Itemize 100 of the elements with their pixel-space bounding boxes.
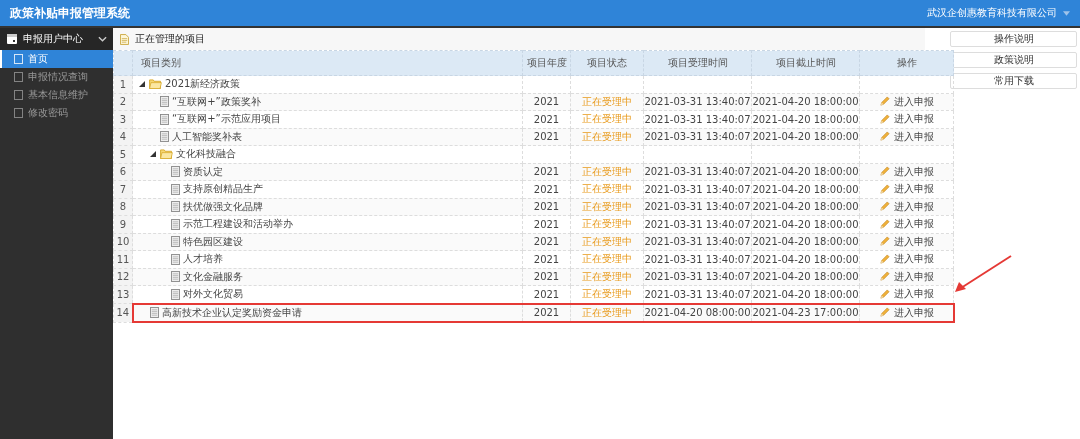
status-text: 正在受理中 bbox=[570, 93, 644, 111]
row-number: 14 bbox=[113, 303, 133, 322]
document-icon bbox=[171, 166, 180, 178]
pencil-icon bbox=[879, 288, 890, 300]
pencil-icon bbox=[878, 307, 890, 318]
document-icon bbox=[171, 218, 180, 230]
document-icon bbox=[171, 253, 180, 265]
document-icon bbox=[171, 201, 180, 213]
row-number: 13 bbox=[113, 285, 133, 304]
table-cell: 2021-03-31 13:40:07 bbox=[643, 268, 752, 286]
row-number: 3 bbox=[113, 110, 133, 128]
document-icon bbox=[160, 113, 169, 125]
table-cell: 2021 bbox=[522, 268, 571, 286]
table-cell: 2021-03-31 13:40:07 bbox=[643, 163, 752, 181]
row-number: 2 bbox=[113, 93, 133, 111]
row-number: 12 bbox=[113, 268, 133, 286]
row-number: 5 bbox=[113, 145, 133, 163]
sidebar-item[interactable]: 修改密码 bbox=[0, 104, 113, 122]
column-header: 项目年度 bbox=[522, 50, 571, 76]
document-icon bbox=[160, 131, 169, 143]
project-name: 2021新经济政策 bbox=[165, 77, 241, 92]
table-cell: 2021-04-20 18:00:00 bbox=[751, 128, 860, 146]
status-text: 正在受理中 bbox=[570, 163, 644, 181]
table-cell: 2021 bbox=[522, 303, 571, 322]
pencil-icon bbox=[879, 218, 890, 230]
table-cell: 2021 bbox=[522, 93, 571, 111]
document-icon bbox=[171, 236, 180, 248]
pencil-icon bbox=[879, 253, 890, 265]
status-text: 正在受理中 bbox=[570, 128, 644, 146]
expand-icon[interactable] bbox=[139, 81, 145, 88]
table-cell: 2021-03-31 13:40:07 bbox=[643, 198, 752, 216]
column-header: 项目状态 bbox=[570, 50, 644, 76]
status-text: 正在受理中 bbox=[570, 198, 644, 216]
project-name: 对外文化贸易 bbox=[183, 287, 243, 302]
table-cell: 2021-03-31 13:40:07 bbox=[643, 93, 752, 111]
panel-title: 正在管理的项目 bbox=[135, 32, 205, 46]
row-number: 6 bbox=[113, 163, 133, 181]
column-header: 项目类别 bbox=[132, 50, 523, 76]
table-cell: 2021 bbox=[522, 233, 571, 251]
sidebar-item[interactable]: 首页 bbox=[0, 50, 113, 68]
pencil-icon bbox=[879, 131, 890, 142]
column-header: 操作 bbox=[859, 50, 954, 76]
document-icon bbox=[171, 183, 180, 195]
section-title: 申报用户中心 bbox=[23, 32, 83, 46]
project-name: 人才培养 bbox=[183, 252, 223, 267]
table-cell: 2021-03-31 13:40:07 bbox=[643, 128, 752, 146]
table-cell: 2021-03-31 13:40:07 bbox=[643, 233, 752, 251]
pencil-icon bbox=[879, 271, 890, 282]
caret-icon bbox=[1063, 10, 1070, 16]
account-menu[interactable]: 武汉企创惠教育科技有限公司 bbox=[927, 6, 1070, 20]
pencil-icon bbox=[879, 96, 890, 107]
expand-icon[interactable] bbox=[150, 151, 156, 158]
table-cell: 2021-04-20 18:00:00 bbox=[751, 163, 860, 181]
project-name: 特色园区建设 bbox=[183, 234, 243, 249]
status-text: 正在受理中 bbox=[570, 268, 644, 286]
pencil-icon bbox=[879, 236, 890, 247]
project-name: 高新技术企业认定奖励资金申请 bbox=[161, 305, 302, 320]
project-name: “互联网+”政策奖补 bbox=[172, 94, 261, 109]
project-name: 扶优做强文化品牌 bbox=[183, 199, 263, 214]
sidebar-item[interactable]: 申报情况查询 bbox=[0, 68, 113, 86]
table-cell: 2021 bbox=[522, 128, 571, 146]
table-cell: 2021 bbox=[522, 198, 571, 216]
project-name: 支持原创精品生产 bbox=[183, 182, 263, 197]
table-cell: 2021-04-20 18:00:00 bbox=[751, 198, 860, 216]
row-number: 11 bbox=[113, 250, 133, 268]
column-header: 项目截止时间 bbox=[751, 50, 860, 76]
status-text: 正在受理中 bbox=[570, 233, 644, 251]
row-number: 4 bbox=[113, 128, 133, 146]
table-cell: 2021-04-23 17:00:00 bbox=[751, 303, 860, 322]
folder-icon bbox=[160, 149, 173, 160]
table-cell: 2021-04-20 18:00:00 bbox=[751, 233, 860, 251]
calendar-icon bbox=[6, 33, 18, 45]
project-name: 资质认定 bbox=[183, 164, 223, 179]
project-name: 文化科技融合 bbox=[176, 147, 236, 162]
project-name: “互联网+”示范应用项目 bbox=[172, 112, 281, 127]
row-number: 8 bbox=[113, 198, 133, 216]
pencil-icon bbox=[879, 113, 890, 125]
document-icon bbox=[120, 33, 129, 45]
status-text: 正在受理中 bbox=[570, 303, 644, 322]
table-cell: 2021 bbox=[522, 163, 571, 181]
document-icon bbox=[171, 288, 180, 300]
arrow-annotation bbox=[953, 254, 1013, 294]
document-icon bbox=[171, 271, 180, 283]
row-number: 10 bbox=[113, 233, 133, 251]
app-title: 政策补贴申报管理系统 bbox=[10, 4, 130, 22]
side-button[interactable]: 操作说明 bbox=[950, 31, 1077, 47]
side-button[interactable]: 常用下载 bbox=[950, 73, 1077, 89]
folder-icon bbox=[149, 79, 162, 90]
row-number: 7 bbox=[113, 180, 133, 198]
pencil-icon bbox=[879, 183, 890, 195]
sidebar-section[interactable]: 申报用户中心 bbox=[0, 28, 113, 50]
table-cell: 2021-04-20 08:00:00 bbox=[643, 303, 752, 322]
pencil-icon bbox=[879, 201, 890, 212]
sidebar-item[interactable]: 基本信息维护 bbox=[0, 86, 113, 104]
column-header: 项目受理时间 bbox=[643, 50, 752, 76]
project-name: 示范工程建设和活动举办 bbox=[183, 217, 293, 232]
table-cell: 2021-04-20 18:00:00 bbox=[751, 93, 860, 111]
project-name: 文化金融服务 bbox=[183, 269, 243, 284]
pencil-icon bbox=[879, 166, 890, 177]
table-cell: 2021-04-20 18:00:00 bbox=[751, 268, 860, 286]
